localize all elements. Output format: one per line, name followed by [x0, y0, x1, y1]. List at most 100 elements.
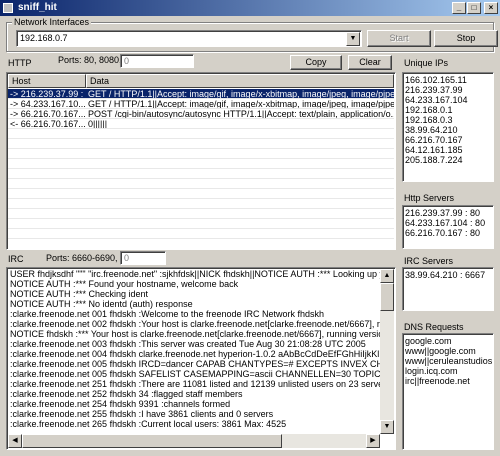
unique-ips-label: Unique IPs [404, 58, 449, 68]
app-icon [3, 3, 13, 13]
table-row[interactable]: <- 66.216.70.167... 0|||||| [8, 119, 394, 129]
network-interfaces-label: Network Interfaces [12, 17, 92, 27]
list-item[interactable]: 64.233.167.104 : 80 [403, 218, 493, 228]
row-host: -> 216.239.37.99 : 80 [10, 89, 86, 98]
irc-horizontal-scrollbar[interactable]: ◀ ▶ [8, 434, 380, 448]
empty-row [8, 169, 394, 179]
scroll-right-icon[interactable]: ▶ [366, 434, 380, 448]
dns-requests-label: DNS Requests [404, 322, 464, 332]
irc-line: :clarke.freenode.net 265 fhdskh :Current… [10, 419, 287, 429]
irc-line: NOTICE AUTH :*** Found your hostname, we… [10, 279, 239, 289]
http-rows: -> 216.239.37.99 : 80 GET / HTTP/1.1||Ac… [8, 89, 394, 239]
http-ports-label: Ports: 80, 8080, [58, 55, 122, 65]
empty-row [8, 219, 394, 229]
list-item[interactable]: login.icq.com [403, 366, 493, 376]
http-servers-label: Http Servers [404, 193, 455, 203]
empty-row [8, 229, 394, 239]
dns-requests-list[interactable]: google.com www||google.com www||cerulean… [402, 333, 494, 450]
list-item[interactable]: 38.99.64.210 [403, 125, 493, 135]
http-label: HTTP [8, 58, 32, 68]
scroll-thumb[interactable] [22, 434, 282, 448]
interface-select-value: 192.168.0.7 [20, 33, 68, 43]
row-data: GET / HTTP/1.1||Accept: image/gif, image… [88, 89, 394, 98]
scroll-thumb[interactable] [380, 283, 394, 311]
empty-row [8, 149, 394, 159]
stop-button[interactable]: Stop [434, 30, 498, 47]
http-ports-value: 0 [124, 56, 130, 66]
scroll-left-icon[interactable]: ◀ [8, 434, 22, 448]
row-data: 0|||||| [88, 119, 108, 128]
column-header-host[interactable]: Host [8, 74, 86, 88]
title-bar[interactable]: sniff_hit [0, 0, 500, 16]
empty-row [8, 159, 394, 169]
irc-line: USER fhdjksdhf """ "irc.freenode.net" :s… [10, 269, 380, 279]
empty-row [8, 209, 394, 219]
empty-row [8, 139, 394, 149]
irc-vertical-scrollbar[interactable]: ▲ ▼ [380, 269, 394, 434]
list-item[interactable]: 64.12.161.185 [403, 145, 493, 155]
column-header-data[interactable]: Data [86, 74, 394, 88]
irc-lines: USER fhdjksdhf """ "irc.freenode.net" :s… [8, 269, 380, 434]
table-row[interactable]: -> 64.233.167.10... GET / HTTP/1.1||Acce… [8, 99, 394, 109]
empty-row [8, 179, 394, 189]
list-item[interactable]: 166.102.165.11 [403, 75, 493, 85]
irc-line: :clarke.freenode.net 004 fhdskh clarke.f… [10, 349, 380, 359]
list-item[interactable]: www||google.com [403, 346, 493, 356]
list-item[interactable]: google.com [403, 336, 493, 346]
chevron-down-icon[interactable]: ▼ [346, 32, 360, 46]
close-button[interactable]: × [484, 2, 498, 14]
list-item[interactable]: 216.239.37.99 : 80 [403, 208, 493, 218]
irc-log[interactable]: USER fhdjksdhf """ "irc.freenode.net" :s… [6, 267, 396, 450]
irc-line: NOTICE AUTH :*** No identd (auth) respon… [10, 299, 193, 309]
irc-line: :clarke.freenode.net 001 fhdskh :Welcome… [10, 309, 325, 319]
irc-line: :clarke.freenode.net 252 fhdskh 34 :flag… [10, 389, 243, 399]
irc-line: :clarke.freenode.net 002 fhdskh :Your ho… [10, 319, 380, 329]
irc-line: :clarke.freenode.net 251 fhdskh :There a… [10, 379, 380, 389]
scroll-up-icon[interactable]: ▲ [380, 269, 394, 283]
empty-row [8, 129, 394, 139]
clear-button[interactable]: Clear [348, 55, 392, 70]
scroll-down-icon[interactable]: ▼ [380, 420, 394, 434]
list-item[interactable]: 38.99.64.210 : 6667 [403, 270, 493, 280]
irc-line: :clarke.freenode.net 255 fhdskh :I have … [10, 409, 274, 419]
row-host: -> 66.216.70.167... [10, 109, 86, 118]
minimize-button[interactable]: _ [452, 2, 466, 14]
http-ports-input[interactable]: 0 [120, 54, 194, 68]
maximize-button[interactable]: □ [467, 2, 481, 14]
unique-ips-list[interactable]: 166.102.165.11 216.239.37.99 64.233.167.… [402, 72, 494, 182]
list-item[interactable]: 192.168.0.3 [403, 115, 493, 125]
irc-servers-list[interactable]: 38.99.64.210 : 6667 [402, 267, 494, 311]
interface-select[interactable]: 192.168.0.7 ▼ [16, 30, 362, 47]
irc-line: NOTICE fhdskh :*** Your host is clarke.f… [10, 329, 380, 339]
empty-row [8, 189, 394, 199]
table-row[interactable]: -> 66.216.70.167... POST /cgi-bin/autosy… [8, 109, 394, 119]
irc-line: :clarke.freenode.net 005 fhdskh SAFELIST… [10, 369, 380, 379]
list-item[interactable]: 66.216.70.167 : 80 [403, 228, 493, 238]
irc-servers-label: IRC Servers [404, 256, 454, 266]
list-item[interactable]: 64.233.167.104 [403, 95, 493, 105]
irc-label: IRC [8, 254, 24, 264]
irc-ports-value: 0 [124, 253, 130, 263]
http-servers-list[interactable]: 216.239.37.99 : 80 64.233.167.104 : 80 6… [402, 205, 494, 249]
row-host: -> 64.233.167.10... [10, 99, 86, 108]
start-button[interactable]: Start [367, 30, 431, 47]
irc-line: :clarke.freenode.net 005 fhdskh IRCD=dan… [10, 359, 380, 369]
http-grid[interactable]: Host Data -> 216.239.37.99 : 80 GET / HT… [6, 72, 396, 250]
row-data: POST /cgi-bin/autosync/autosync HTTP/1.1… [88, 109, 394, 118]
irc-line: :clarke.freenode.net 003 fhdskh :This se… [10, 339, 366, 349]
list-item[interactable]: www||ceruleanstudios.c [403, 356, 493, 366]
row-host: <- 66.216.70.167... [10, 119, 86, 128]
irc-line: NOTICE AUTH :*** Checking ident [10, 289, 149, 299]
list-item[interactable]: irc||freenode.net [403, 376, 493, 386]
irc-line: :clarke.freenode.net 254 fhdskh 9391 :ch… [10, 399, 231, 409]
list-item[interactable]: 205.188.7.224 [403, 155, 493, 165]
irc-ports-input[interactable]: 0 [120, 251, 166, 265]
table-row[interactable]: -> 216.239.37.99 : 80 GET / HTTP/1.1||Ac… [8, 89, 394, 99]
list-item[interactable]: 192.168.0.1 [403, 105, 493, 115]
row-data: GET / HTTP/1.1||Accept: image/gif, image… [88, 99, 394, 108]
window-title: sniff_hit [18, 2, 57, 13]
list-item[interactable]: 216.239.37.99 [403, 85, 493, 95]
copy-button[interactable]: Copy [290, 55, 342, 70]
list-item[interactable]: 66.216.70.167 [403, 135, 493, 145]
empty-row [8, 199, 394, 209]
